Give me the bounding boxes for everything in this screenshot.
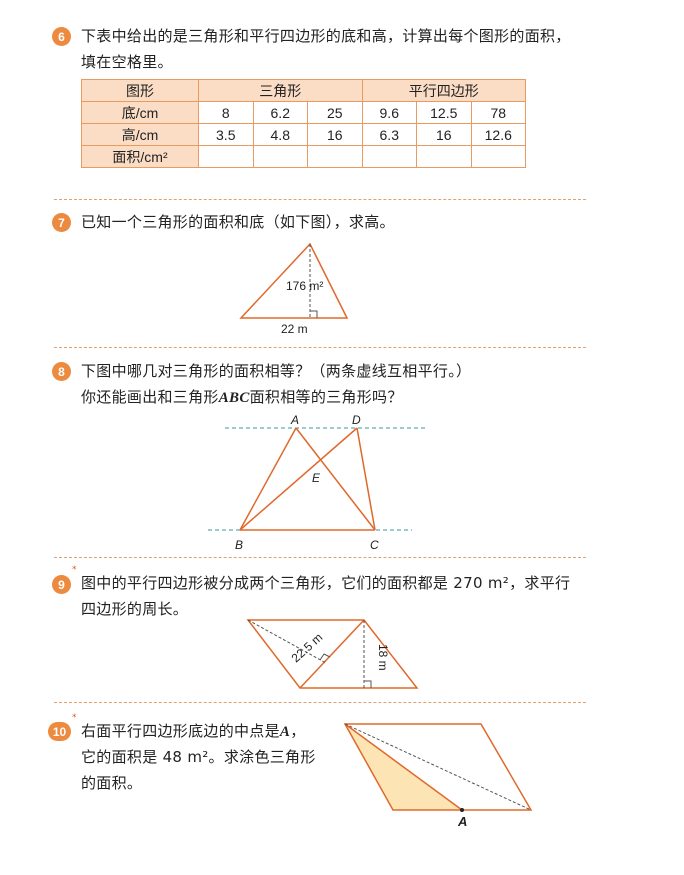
separator [54,199,586,200]
segment-ac [295,427,376,531]
base-label: 22 m [281,322,308,336]
table-cell: 25 [307,101,363,124]
question-6-number: 6 [52,27,71,46]
separator [54,557,586,558]
table-cell: 4.8 [252,123,308,146]
right-angle-mark [364,680,372,688]
question-8-number: 8 [52,362,71,381]
area-label: 176 m² [286,279,323,293]
question-9-parallelogram-figure: 22.5 m 18 m [246,619,419,689]
table-row-height: 高/cm 3.5 4.8 16 6.3 16 12.6 [81,123,526,146]
table-cell: 12.6 [470,123,526,146]
table-cell-empty[interactable] [198,145,254,168]
table-cell-empty[interactable] [361,145,417,168]
table-cell: 3.5 [198,123,254,146]
table-cell: 16 [416,123,472,146]
text-segment: 面积相等的三角形吗？ [249,388,403,406]
question-8-text-line1: 下图中哪几对三角形的面积相等？（两条虚线互相平行。） [81,362,472,380]
table-row-label: 底/cm [81,101,199,124]
table-cell-empty[interactable] [470,145,526,168]
table-cell: 78 [470,101,526,124]
triangle-abc-label: ABC [218,390,250,406]
label-c: C [370,538,379,552]
table-row-base: 底/cm 8 6.2 25 9.6 12.5 78 [81,101,526,124]
table-cell: 12.5 [416,101,472,124]
label-a: A [290,413,299,427]
segment-db [239,427,358,531]
right-angle-mark [310,310,318,318]
table-header-parallelogram: 平行四边形 [361,79,526,102]
table-header-shape: 图形 [81,79,199,102]
label-e: E [312,471,321,485]
segment-dc [356,427,376,531]
table-header-triangle: 三角形 [198,79,363,102]
question-8-text-line2: 你还能画出和三角形ABC面积相等的三角形吗？ [81,384,403,411]
table-header-row: 图形 三角形 平行四边形 [81,79,526,102]
separator [54,702,586,703]
table-cell: 16 [307,123,363,146]
table-cell: 6.3 [361,123,417,146]
table-row-area: 面积/cm² [81,145,526,168]
question-9-number: 9 [52,575,71,594]
table-row-label: 面积/cm² [81,145,199,168]
label-a: A [457,814,467,829]
question-7-triangle-figure: 176 m² 22 m [239,242,349,336]
table-cell: 6.2 [252,101,308,124]
separator [54,347,586,348]
question-8-triangles-figure: A D E B C [208,413,425,552]
label-b: B [235,538,243,552]
question-6-table: 图形 三角形 平行四边形 底/cm 8 6.2 25 9.6 12.5 78 高… [81,79,526,168]
table-cell: 9.6 [361,101,417,124]
height-label: 18 m [376,644,390,671]
label-d: D [352,413,361,427]
table-cell-empty[interactable] [416,145,472,168]
question-10-parallelogram-figure: A [343,723,533,829]
question-9-text-line1: 图中的平行四边形被分成两个三角形，它们的面积都是 270 m²，求平行 [81,574,571,592]
text-segment: 你还能画出和三角形 [81,388,219,406]
midpoint-dot [460,808,464,812]
question-6-text-line1: 下表中给出的是三角形和平行四边形的底和高，计算出每个图形的面积， [81,27,571,45]
question-6-text-line2: 填在空格里。 [81,53,173,71]
challenge-star: * [72,565,77,575]
table-cell-empty[interactable] [252,145,308,168]
segment-ab [239,427,297,531]
table-row-label: 高/cm [81,123,199,146]
table-cell-empty[interactable] [307,145,363,168]
table-cell: 8 [198,101,254,124]
